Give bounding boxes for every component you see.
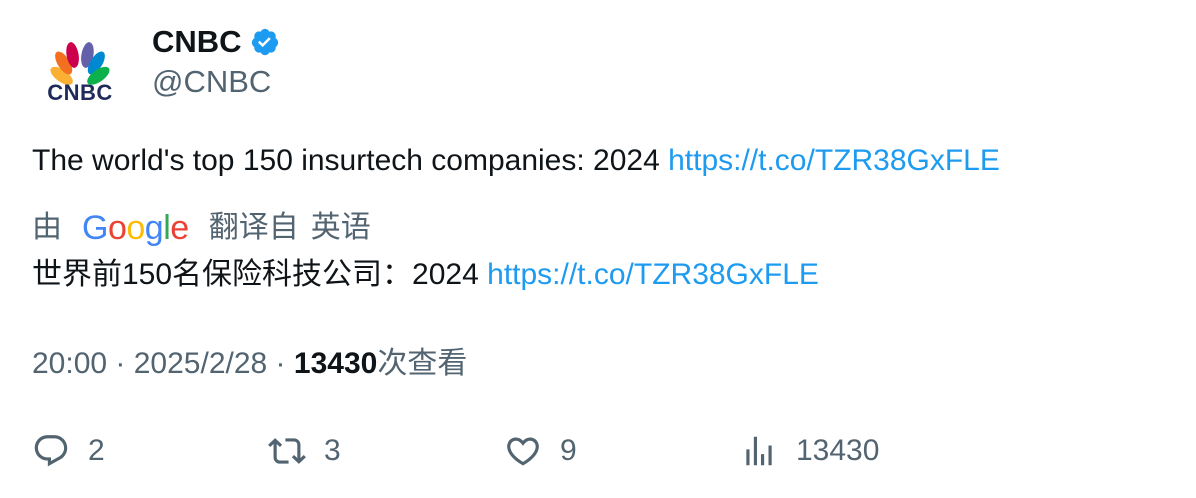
avatar[interactable]: CNBC — [32, 28, 128, 124]
like-button[interactable]: 9 — [504, 428, 577, 474]
action-bar: 2 3 9 13430 — [32, 428, 1132, 474]
tweet-date[interactable]: 2025/2/28 — [134, 347, 267, 380]
views-suffix: 次查看 — [377, 347, 468, 380]
meta-separator: · — [107, 347, 134, 380]
tweet-meta: 20:00 · 2025/2/28 · 13430次查看 — [32, 343, 467, 385]
reply-button[interactable]: 2 — [32, 428, 105, 474]
cnbc-peacock-logo-icon — [50, 42, 110, 85]
author-display-name[interactable]: CNBC — [152, 22, 242, 62]
translation-suffix-2: 英语 — [310, 211, 371, 244]
author-name-row: CNBC — [152, 22, 280, 62]
tweet-body: The world's top 150 insurtech companies:… — [32, 144, 669, 177]
translation-prefix: 由 — [32, 211, 62, 244]
views-action-count: 13430 — [796, 434, 880, 467]
heart-icon — [507, 437, 539, 466]
like-count: 9 — [560, 434, 577, 467]
verified-badge-icon[interactable] — [250, 27, 280, 57]
reply-icon — [34, 435, 68, 467]
tweet-link[interactable]: https://t.co/TZR38GxFLE — [668, 144, 1000, 177]
views-button[interactable]: 13430 — [740, 428, 879, 474]
translation-attribution: 由 Google 翻译自 英语 — [32, 207, 371, 249]
retweet-count: 3 — [324, 434, 341, 467]
tweet-time[interactable]: 20:00 — [32, 347, 107, 380]
google-logo: Google — [82, 209, 189, 247]
translated-text: 世界前150名保险科技公司：2024 https://t.co/TZR38GxF… — [32, 254, 819, 296]
translation-suffix-1: 翻译自 — [208, 211, 299, 244]
retweet-button[interactable]: 3 — [268, 428, 341, 474]
translated-link[interactable]: https://t.co/TZR38GxFLE — [487, 258, 819, 291]
avatar-logo-text: CNBC — [47, 80, 113, 105]
retweet-icon — [268, 438, 306, 464]
analytics-icon — [746, 436, 772, 466]
views-count: 13430 — [293, 347, 378, 380]
tweet-text: The world's top 150 insurtech companies:… — [32, 140, 1000, 182]
author-handle[interactable]: @CNBC — [152, 62, 271, 102]
translated-body: 世界前150名保险科技公司：2024 — [32, 258, 488, 291]
reply-count: 2 — [88, 434, 105, 467]
translation-source: 翻译自 英语 — [209, 207, 371, 249]
meta-separator: · — [267, 347, 294, 380]
